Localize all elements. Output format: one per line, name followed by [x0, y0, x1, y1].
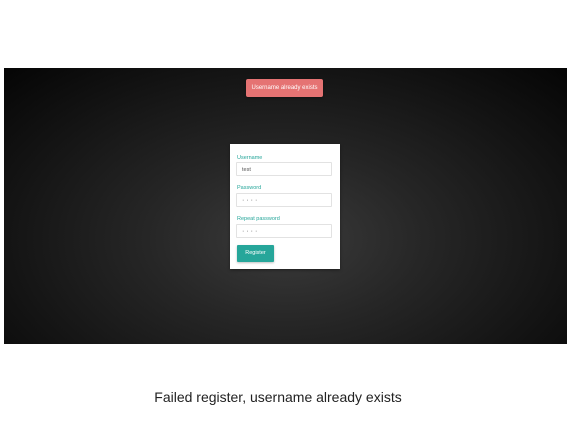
- app-screen: Username already exists Username test Pa…: [4, 68, 567, 344]
- repeat-password-input[interactable]: ····: [236, 224, 332, 238]
- username-input[interactable]: test: [236, 162, 332, 176]
- register-form: Username test Password ···· Repeat passw…: [230, 144, 340, 269]
- password-input[interactable]: ····: [236, 193, 332, 207]
- register-button[interactable]: Register: [237, 245, 274, 262]
- error-toast: Username already exists: [246, 79, 323, 97]
- password-label: Password: [237, 185, 262, 191]
- figure-caption: Failed register, username already exists: [154, 389, 402, 405]
- username-label: Username: [237, 155, 263, 161]
- repeat-password-label: Repeat password: [237, 216, 280, 222]
